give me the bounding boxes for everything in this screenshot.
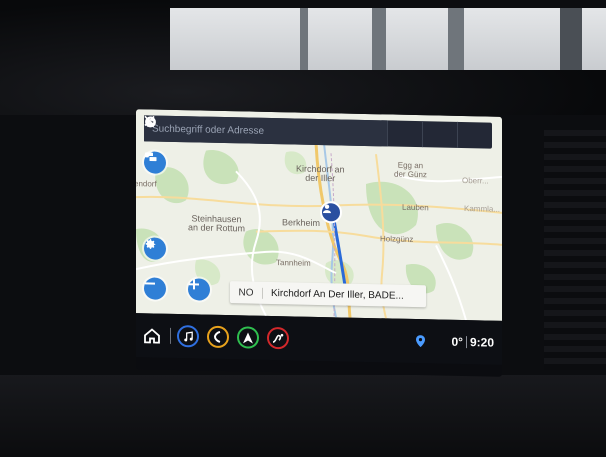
zoom-in-icon	[189, 279, 199, 290]
navigation-arrow-icon	[243, 332, 253, 344]
home-icon	[144, 328, 160, 344]
divider	[465, 336, 467, 349]
map-label-tannheim: Tannheim	[276, 258, 311, 268]
map-label-kammlach: Kammla...	[464, 204, 501, 214]
traffic-button[interactable]	[144, 151, 166, 174]
status-bar: 0° 9:20	[136, 313, 502, 365]
current-position-marker	[320, 201, 342, 224]
air-vent	[544, 130, 606, 370]
onstar-button[interactable]	[267, 326, 289, 350]
favorites-button[interactable]	[145, 116, 422, 148]
map-settings-button[interactable]	[144, 237, 166, 260]
destination-info[interactable]: NO Kirchdorf An Der Iller, BADE...	[230, 281, 426, 308]
map-label-steinhausen: Steinhausen an der Rottum	[188, 213, 246, 234]
windshield	[170, 8, 606, 70]
zoom-out-button[interactable]	[144, 277, 166, 300]
map-label-holzguenz: Holzgünz	[380, 234, 414, 244]
location-pin-icon	[416, 335, 426, 348]
map-label-lauben: Lauben	[402, 202, 429, 213]
temperature: 0°	[451, 334, 463, 350]
map-label-berkheim: Berkheim	[282, 217, 321, 229]
status-info: 0° 9:20	[416, 334, 494, 350]
navigation-map[interactable]: Kirchdorf an der Iller Egg an der Günz e…	[136, 109, 502, 321]
window-frame	[300, 8, 308, 70]
navigation-button[interactable]	[237, 326, 259, 349]
map-label-endorf: endorf	[136, 179, 157, 189]
window-frame	[372, 8, 386, 70]
phone-button[interactable]	[207, 325, 229, 349]
destination-name: Kirchdorf An Der Iller, BADE...	[271, 287, 404, 302]
map-label-egg: Egg an der Günz	[394, 160, 427, 180]
clock: 9:20	[469, 335, 494, 350]
phone-icon	[213, 330, 221, 343]
window-frame	[560, 8, 582, 70]
search-input[interactable]: Suchbegriff oder Adresse	[144, 115, 387, 147]
divider	[170, 327, 171, 344]
onstar-icon	[272, 333, 284, 343]
recent-destinations-button[interactable]	[145, 116, 457, 148]
destination-direction: NO	[230, 286, 263, 299]
search-placeholder: Suchbegriff oder Adresse	[152, 123, 265, 137]
home-button[interactable]	[140, 323, 164, 348]
close-button[interactable]	[144, 115, 492, 149]
audio-button[interactable]	[177, 325, 199, 348]
settings-icon	[145, 239, 156, 249]
close-icon	[144, 115, 155, 127]
dashboard-bottom	[0, 375, 606, 457]
traffic-icon	[145, 152, 158, 163]
window-frame	[448, 8, 464, 70]
map-label-kirchdorf: Kirchdorf an der Iller	[296, 163, 345, 184]
person-icon	[323, 204, 331, 214]
infotainment-screen: Kirchdorf an der Iller Egg an der Günz e…	[136, 109, 502, 377]
map-label-oberr: Oberr...	[462, 175, 489, 186]
zoom-out-icon	[145, 282, 155, 285]
zoom-in-button[interactable]	[188, 278, 210, 301]
music-note-icon	[183, 331, 193, 341]
